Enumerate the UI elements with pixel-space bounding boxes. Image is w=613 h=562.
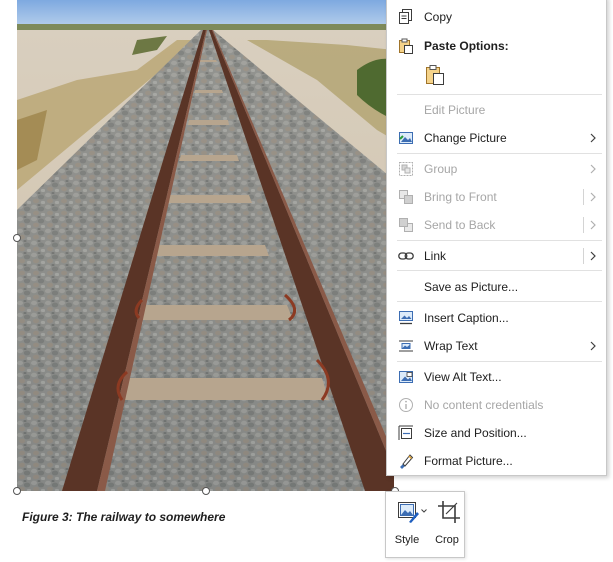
menu-item-insert-caption[interactable]: Insert Caption...	[387, 305, 606, 331]
send-to-back-icon	[397, 216, 415, 234]
menu-label-change-picture: Change Picture	[424, 131, 507, 145]
menu-label-link: Link	[424, 249, 447, 263]
style-button[interactable]: Style	[388, 492, 427, 558]
menu-label-edit-picture: Edit Picture	[424, 103, 486, 117]
menu-label-group: Group	[424, 162, 458, 176]
menu-label-format-picture: Format Picture...	[424, 454, 513, 468]
menu-label-size-and-position: Size and Position...	[424, 426, 527, 440]
chevron-right-icon	[590, 164, 596, 174]
size-position-icon	[397, 424, 415, 442]
menu-label-copy: Copy	[424, 10, 453, 24]
menu-separator	[397, 153, 602, 154]
split-divider	[583, 217, 584, 233]
change-picture-icon	[397, 129, 415, 147]
menu-label-insert-caption: Insert Caption...	[424, 311, 509, 325]
context-menu: Copy Paste Options: Edit Picture Change …	[386, 0, 607, 476]
bring-to-front-icon	[397, 188, 415, 206]
menu-item-send-to-back: Send to Back	[387, 212, 606, 238]
chevron-right-icon[interactable]	[588, 249, 598, 263]
menu-item-link[interactable]: Link	[387, 243, 606, 269]
crop-icon	[438, 501, 460, 523]
menu-separator	[397, 240, 602, 241]
format-picture-icon	[397, 452, 415, 470]
chevron-right-icon	[590, 192, 596, 202]
railway-picture[interactable]	[17, 0, 394, 491]
wrap-text-icon	[397, 337, 415, 355]
link-icon	[397, 247, 415, 265]
menu-item-bring-to-front: Bring to Front	[387, 184, 606, 210]
menu-item-view-alt-text[interactable]: View Alt Text...	[387, 364, 606, 390]
resize-handle-middle-left[interactable]	[13, 234, 21, 242]
paste-options-header: Paste Options:	[387, 33, 606, 59]
menu-label-view-alt-text: View Alt Text...	[424, 370, 502, 384]
chevron-down-icon	[421, 509, 427, 513]
menu-label-paste-options: Paste Options:	[424, 39, 509, 53]
menu-item-edit-picture: Edit Picture	[387, 97, 606, 123]
menu-item-size-and-position[interactable]: Size and Position...	[387, 420, 606, 446]
resize-handle-bottom-center[interactable]	[202, 487, 210, 495]
group-icon	[397, 160, 415, 178]
paste-picture-icon	[426, 65, 444, 85]
menu-separator	[397, 270, 602, 271]
chevron-right-icon	[590, 220, 596, 230]
chevron-right-icon	[590, 133, 596, 143]
menu-item-copy[interactable]: Copy	[387, 4, 606, 30]
info-icon	[397, 396, 415, 414]
copy-icon	[397, 8, 415, 26]
railway-photo	[17, 0, 394, 491]
split-divider	[583, 189, 584, 205]
crop-label: Crop	[435, 534, 459, 546]
menu-label-save-as-picture: Save as Picture...	[424, 280, 519, 294]
paste-icon	[397, 37, 415, 55]
menu-item-change-picture[interactable]: Change Picture	[387, 125, 606, 151]
resize-handle-bottom-left[interactable]	[13, 487, 21, 495]
menu-label-send-to-back: Send to Back	[424, 218, 496, 232]
paste-keep-source-button[interactable]	[423, 63, 447, 87]
menu-separator	[397, 361, 602, 362]
alt-text-icon	[397, 368, 415, 386]
split-divider	[583, 248, 584, 264]
menu-item-wrap-text[interactable]: Wrap Text	[387, 333, 606, 359]
menu-label-no-content-credentials: No content credentials	[424, 398, 544, 412]
insert-caption-icon	[397, 309, 415, 327]
chevron-right-icon	[590, 341, 596, 351]
menu-item-save-as-picture[interactable]: Save as Picture...	[387, 274, 606, 300]
figure-caption: Figure 3: The railway to somewhere	[22, 510, 226, 524]
menu-item-format-picture[interactable]: Format Picture...	[387, 448, 606, 474]
picture-style-icon	[398, 502, 419, 523]
mini-toolbar: Style Crop	[385, 491, 465, 558]
style-label: Style	[394, 534, 420, 546]
menu-item-group: Group	[387, 156, 606, 182]
crop-button[interactable]: Crop	[428, 492, 466, 558]
menu-label-bring-to-front: Bring to Front	[424, 190, 497, 204]
menu-item-no-content-credentials: No content credentials	[387, 392, 606, 418]
menu-separator	[397, 301, 602, 302]
menu-separator	[397, 94, 602, 95]
menu-label-wrap-text: Wrap Text	[424, 339, 478, 353]
